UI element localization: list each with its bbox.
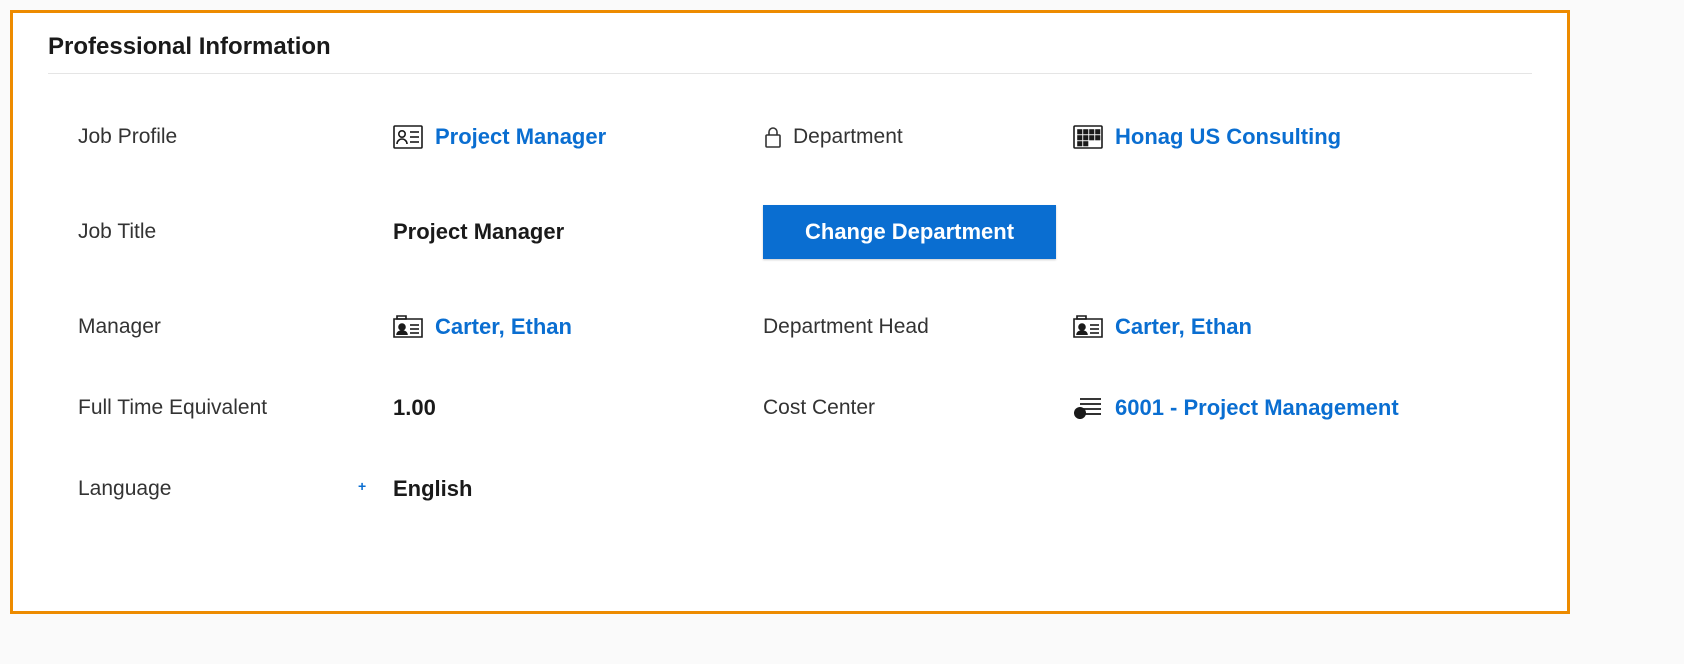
- job-profile-label: Job Profile: [48, 125, 393, 149]
- job-title-label: Job Title: [48, 220, 393, 244]
- manager-value: Carter, Ethan: [393, 314, 763, 340]
- cost-center-value: $ 6001 - Project Management: [1073, 395, 1532, 421]
- manager-label: Manager: [48, 315, 393, 339]
- manager-link[interactable]: Carter, Ethan: [435, 314, 572, 340]
- cost-center-label: Cost Center: [763, 396, 1073, 420]
- section-title: Professional Information: [48, 33, 1532, 74]
- change-department-button[interactable]: Change Department: [763, 205, 1056, 259]
- lock-icon: [763, 125, 783, 149]
- job-profile-value: Project Manager: [393, 124, 763, 150]
- department-value: Honag US Consulting: [1073, 124, 1532, 150]
- profile-card-icon: [393, 125, 423, 149]
- svg-text:$: $: [1077, 409, 1082, 419]
- department-label-group: Department: [763, 125, 1073, 149]
- person-card-icon: [1073, 315, 1103, 339]
- department-head-link[interactable]: Carter, Ethan: [1115, 314, 1252, 340]
- building-icon: [1073, 125, 1103, 149]
- department-label: Department: [793, 125, 903, 149]
- department-head-label: Department Head: [763, 315, 1073, 339]
- job-profile-link[interactable]: Project Manager: [435, 124, 606, 150]
- plus-icon: +: [358, 478, 366, 494]
- cost-center-icon: $: [1073, 396, 1103, 420]
- professional-information-panel: Professional Information Job Profile Pro…: [10, 10, 1570, 614]
- job-title-value: Project Manager: [393, 219, 763, 245]
- language-label: Language: [48, 477, 393, 501]
- fte-value: 1.00: [393, 395, 763, 421]
- language-value: + English: [393, 476, 763, 502]
- person-card-icon: [393, 315, 423, 339]
- cost-center-link[interactable]: 6001 - Project Management: [1115, 395, 1399, 421]
- department-head-value: Carter, Ethan: [1073, 314, 1532, 340]
- change-department-cell: Change Department: [763, 205, 1073, 259]
- department-link[interactable]: Honag US Consulting: [1115, 124, 1341, 150]
- fte-label: Full Time Equivalent: [48, 396, 393, 420]
- form-grid: Job Profile Project Manager: [48, 124, 1532, 502]
